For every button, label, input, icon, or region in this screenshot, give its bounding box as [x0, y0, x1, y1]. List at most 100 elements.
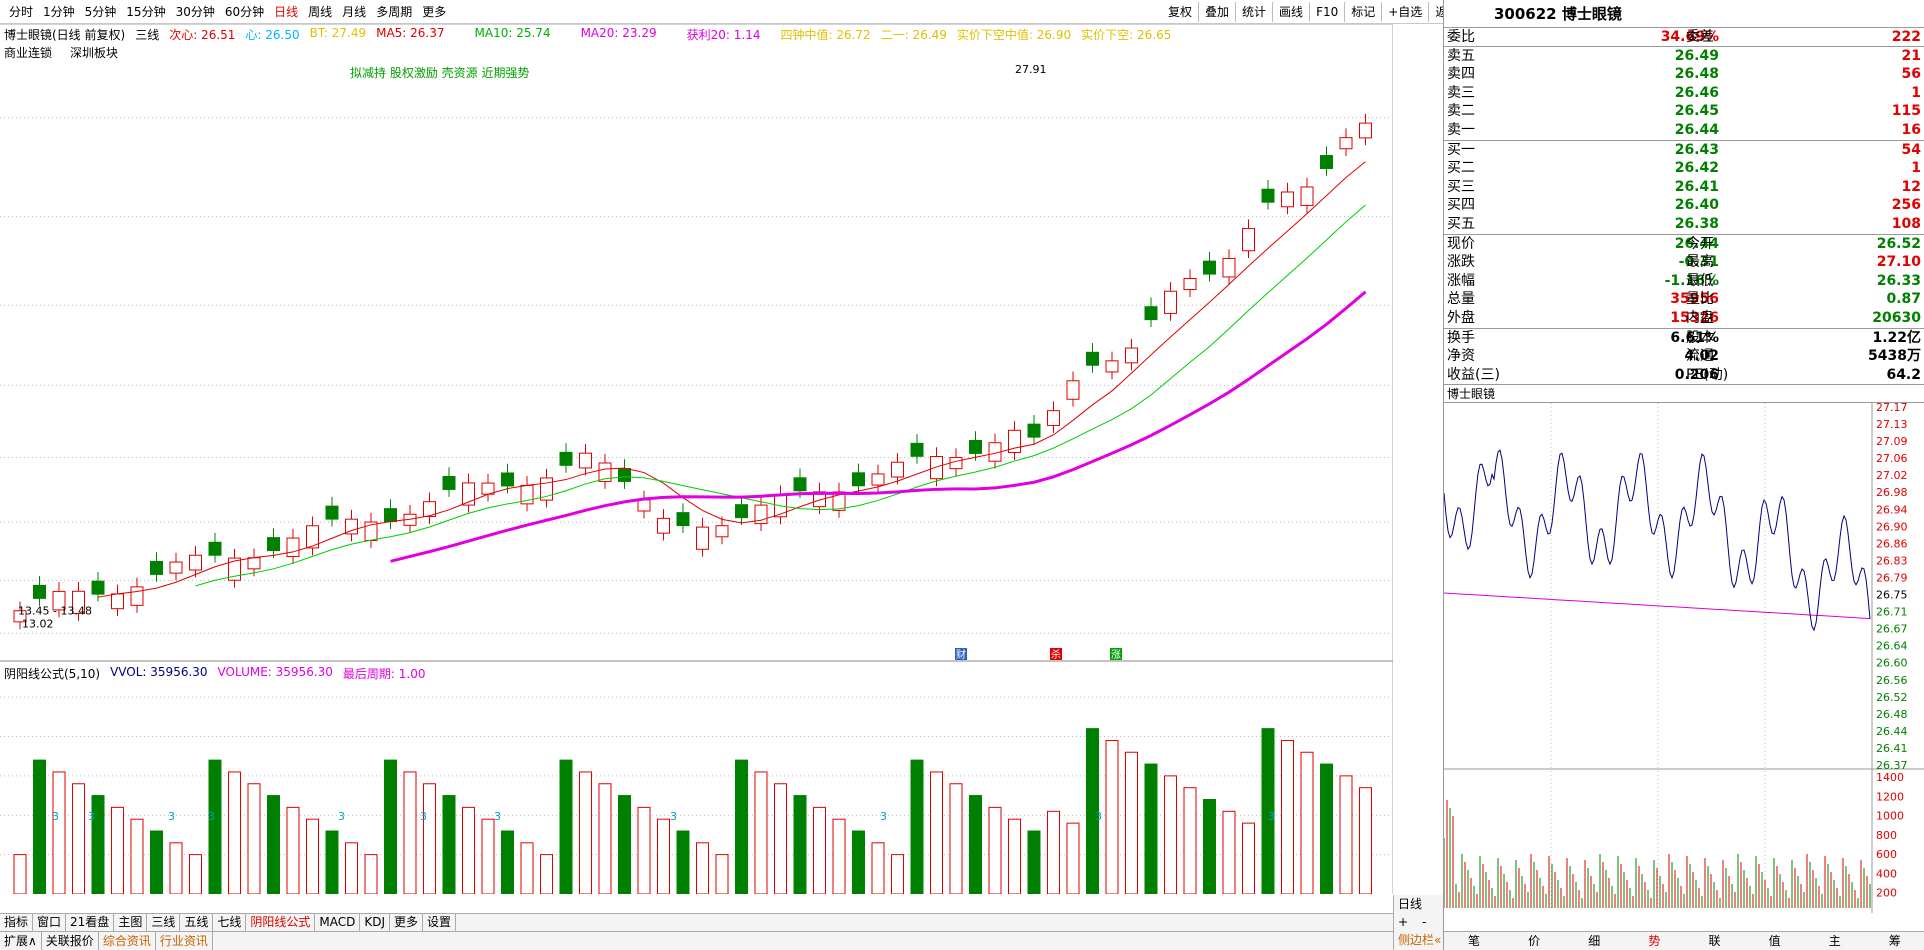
period-tab-3[interactable]: 15分钟	[121, 3, 170, 21]
order-label: 买四	[1447, 197, 1475, 214]
indicator-tabs: 指标 窗口 21看盘 主图 三线 五线 七线 阴阳线公式 MACD KDJ 更多 设置	[0, 913, 1393, 931]
kline-chart-area[interactable]: 博士眼镜(日线 前复权) 三线 次心: 26.51 心: 26.50 BT: 2…	[0, 24, 1393, 914]
mini-volume-tick: 200	[1876, 887, 1897, 900]
sell-order-row[interactable]: 卖五 26.49 21	[1444, 47, 1924, 66]
panel-tab-2[interactable]: 细	[1564, 932, 1624, 950]
candle-body	[1339, 137, 1353, 150]
panel-tab-3[interactable]: 势	[1624, 932, 1684, 950]
period-tabs: 分时 1分钟 5分钟 15分钟 30分钟 60分钟 日线 周线 月线 多周期 更多	[4, 3, 451, 21]
indicator-tab-9[interactable]: KDJ	[360, 914, 391, 931]
order-volume: 108	[1891, 215, 1921, 232]
candle-body	[442, 476, 456, 490]
volume-bar	[735, 759, 748, 894]
volume-bar	[111, 806, 124, 894]
tool-button-3[interactable]: 画线	[1273, 2, 1311, 22]
weicha-value: 222	[1891, 29, 1921, 45]
small-marker: 3	[880, 810, 887, 823]
period-tab-5[interactable]: 60分钟	[220, 3, 269, 21]
fund-row: 换手 6.61% 股本 1.22亿	[1444, 329, 1924, 348]
tool-button-0[interactable]: 复权	[1162, 2, 1200, 22]
tool-button-1[interactable]: 叠加	[1199, 2, 1237, 22]
zoom-in-button[interactable]: +	[1398, 913, 1408, 931]
buy-order-row[interactable]: 买四 26.40 256	[1444, 196, 1924, 215]
candle-body	[1125, 347, 1138, 364]
indicator-tab-3[interactable]: 主图	[114, 914, 148, 931]
period-tab-1[interactable]: 1分钟	[38, 3, 80, 21]
volume-bar	[657, 818, 670, 894]
period-tab-2[interactable]: 5分钟	[80, 3, 122, 21]
extension-tab-3[interactable]: 行业资讯	[156, 932, 213, 950]
candle-body	[637, 499, 651, 512]
tool-button-4[interactable]: F10	[1310, 2, 1346, 22]
period-tab-6[interactable]: 日线	[269, 3, 303, 21]
order-volume: 12	[1901, 178, 1921, 195]
sell-order-row[interactable]: 卖三 26.46 1	[1444, 84, 1924, 103]
volume-bar	[423, 783, 436, 894]
panel-tab-7[interactable]: 筹	[1865, 932, 1924, 950]
mini-price-tick: 27.06	[1876, 452, 1908, 465]
mini-price-tick: 26.52	[1876, 691, 1908, 704]
vol-indicator-name[interactable]: 阴阳线公式(5,10)	[4, 665, 100, 682]
mini-volume-tick: 1000	[1876, 810, 1904, 823]
volume-bar	[579, 771, 592, 894]
indicator-tab-5[interactable]: 五线	[180, 914, 214, 931]
tool-button-6[interactable]: +自选	[1382, 2, 1430, 22]
volume-bar	[774, 783, 787, 894]
tool-button-2[interactable]: 统计	[1236, 2, 1274, 22]
buy-order-row[interactable]: 买三 26.41 12	[1444, 178, 1924, 197]
period-tab-7[interactable]: 周线	[303, 3, 337, 21]
event-marker: 涨	[1111, 649, 1121, 661]
buy-order-row[interactable]: 买一 26.43 54	[1444, 141, 1924, 160]
order-price: 26.44	[1674, 121, 1719, 138]
indicator-tab-0[interactable]: 指标	[0, 914, 34, 931]
tool-button-5[interactable]: 标记	[1345, 2, 1383, 22]
volume-bar	[150, 830, 163, 894]
period-tab-8[interactable]: 月线	[337, 3, 371, 21]
sell-order-row[interactable]: 卖四 26.48 56	[1444, 65, 1924, 84]
extension-tab-0[interactable]: 扩展∧	[0, 932, 42, 950]
order-label: 卖五	[1447, 47, 1475, 64]
mini-price-tick: 26.48	[1876, 708, 1908, 721]
sidebar-toggle[interactable]: 侧边栏«	[1394, 931, 1443, 949]
sell-order-row[interactable]: 卖二 26.45 115	[1444, 102, 1924, 121]
period-tab-9[interactable]: 多周期	[371, 3, 417, 21]
period-tab-0[interactable]: 分时	[4, 3, 38, 21]
panel-tab-5[interactable]: 值	[1745, 932, 1805, 950]
small-marker: 3	[168, 810, 175, 823]
indicator-tab-11[interactable]: 设置	[423, 914, 457, 931]
indicator-tab-4[interactable]: 三线	[147, 914, 181, 931]
extension-tab-2[interactable]: 综合资讯	[99, 932, 156, 950]
indicator-tab-10[interactable]: 更多	[390, 914, 424, 931]
fund-label: PE(动)	[1686, 366, 1729, 383]
candle-body	[1105, 360, 1119, 373]
indicator-tab-8[interactable]: MACD	[315, 914, 361, 931]
order-price: 26.42	[1674, 160, 1719, 177]
period-tab-4[interactable]: 30分钟	[171, 3, 220, 21]
period-tab-10[interactable]: 更多	[417, 3, 451, 21]
buy-order-row[interactable]: 买五 26.38 108	[1444, 215, 1924, 234]
indicator-tab-2[interactable]: 21看盘	[66, 914, 115, 931]
indicator-tab-7[interactable]: 阴阳线公式	[246, 914, 316, 931]
candle-body	[1164, 290, 1177, 314]
period-label[interactable]: 日线	[1394, 895, 1443, 913]
stat-label: 总量	[1447, 291, 1475, 308]
volume-bar	[325, 830, 339, 894]
volume-bar	[1125, 751, 1138, 894]
volume-bar	[286, 806, 300, 894]
mini-volume-tick: 1200	[1876, 791, 1904, 804]
panel-tab-1[interactable]: 价	[1504, 932, 1564, 950]
volume-legend: 阴阳线公式(5,10) VVOL: 35956.30 VOLUME: 35956…	[4, 665, 426, 682]
candle-body	[208, 541, 222, 556]
extension-tab-1[interactable]: 关联报价	[42, 932, 99, 950]
indicator-tab-1[interactable]: 窗口	[33, 914, 67, 931]
panel-tab-6[interactable]: 主	[1805, 932, 1865, 950]
intraday-chart[interactable]: 27.17 27.13 27.09 27.06 27.02 26.98 26.94 26.90…	[1443, 401, 1924, 914]
sell-order-row[interactable]: 卖一 26.44 16	[1444, 121, 1924, 140]
zoom-out-button[interactable]: -	[1422, 913, 1426, 931]
volume-bar	[169, 842, 183, 894]
panel-tab-0[interactable]: 笔	[1444, 932, 1504, 950]
buy-order-row[interactable]: 买二 26.42 1	[1444, 159, 1924, 178]
panel-tab-4[interactable]: 联	[1685, 932, 1745, 950]
indicator-tab-6[interactable]: 七线	[213, 914, 247, 931]
candle-body	[33, 584, 46, 599]
